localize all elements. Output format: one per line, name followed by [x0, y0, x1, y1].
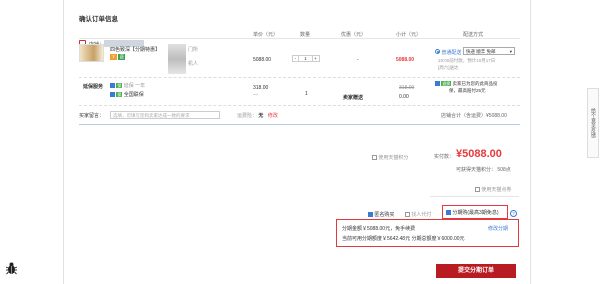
- service-checkbox-1[interactable]: [110, 83, 115, 89]
- service-option-national[interactable]: 保 全国联保: [110, 91, 144, 98]
- quantity-increase-button[interactable]: +: [312, 56, 318, 62]
- tmall-coupon-checkbox[interactable]: [475, 187, 480, 193]
- tmall-points-checkbox[interactable]: [372, 155, 377, 161]
- left-frame-border: [63, 0, 64, 284]
- product-tags: 7 正: [110, 54, 126, 60]
- installment-option[interactable]: 分期购(最高3期免息): [442, 205, 508, 219]
- product-spec-sub: 机人: [188, 61, 199, 67]
- anonymous-label: 匿名购买: [374, 212, 395, 218]
- section-divider: [79, 124, 520, 125]
- shipping-select[interactable]: 快递 顺丰 免邮 ▾: [463, 47, 515, 55]
- tmall-points-option[interactable]: 使用天猫积分: [372, 154, 408, 161]
- actual-pay-label: 实付款：: [434, 154, 455, 160]
- header-divider: [79, 38, 520, 39]
- product-name[interactable]: 四色致深【分期特惠】: [110, 46, 160, 53]
- column-header-shipping: 配送方式: [463, 32, 484, 38]
- message-label: 买家留言：: [79, 113, 105, 119]
- help-icon[interactable]: ?: [510, 210, 517, 217]
- service-strike-price: 318.00: [399, 85, 415, 91]
- installment-tag-icon: 7: [110, 54, 117, 60]
- points-earned-value: 508点: [497, 167, 511, 173]
- installment-amount: 分期金额￥5088.00元，免手续费: [342, 226, 416, 232]
- product-spec-redacted: [168, 44, 186, 74]
- modify-installment-link[interactable]: 修改分期: [488, 225, 508, 232]
- shipping-option-label: 普通配送: [441, 50, 462, 56]
- insurance-note-line1: 卖家已为您的此商品投: [452, 81, 498, 86]
- freight-insurance-value: 无: [258, 113, 264, 119]
- service-option-extended[interactable]: 保 延保 一年: [110, 82, 145, 89]
- quantity-stepper[interactable]: -1 +: [292, 55, 320, 62]
- product-discount: -: [357, 57, 359, 63]
- service-tag-icon: 保: [116, 83, 123, 88]
- shop-total: 店铺合计（含运费）¥5088.00: [441, 113, 507, 119]
- service-option-1-label: 延保 一年: [123, 83, 146, 89]
- service-tag-icon: 保: [116, 92, 123, 97]
- right-frame-border: [530, 0, 531, 284]
- tmall-points-label: 使用天猫积分: [378, 155, 409, 161]
- delivery-estimate: 19:00前付款，预计10月17日: [438, 58, 496, 63]
- service-qty: 1: [305, 91, 308, 97]
- insurance-note: 退换 卖家已为您的此商品投: [435, 81, 498, 87]
- row-divider: [79, 105, 520, 106]
- insurance-note-line2: 保，最高赔付25元: [449, 88, 486, 93]
- column-header-discount: 优惠（元）: [341, 32, 367, 38]
- column-header-subtotal: 小计（元）: [396, 32, 422, 38]
- installment-checkbox[interactable]: [446, 210, 451, 216]
- actual-pay-amount: ¥5088.00: [456, 148, 502, 160]
- service-label: 延保服务: [83, 84, 104, 90]
- row-divider: [79, 77, 520, 78]
- shipping-radio[interactable]: [435, 49, 440, 54]
- others-pay-label: 找人代付: [411, 212, 432, 218]
- service-checkbox-2[interactable]: [110, 92, 115, 98]
- shipping-option[interactable]: 普通配送: [435, 49, 461, 56]
- product-thumbnail[interactable]: [79, 44, 104, 62]
- product-unit-price: 5088.00: [253, 57, 272, 63]
- anonymous-option[interactable]: 匿名购买: [368, 211, 394, 218]
- anonymous-checkbox[interactable]: [368, 212, 373, 218]
- service-seller-gift: 卖家赠送: [343, 95, 364, 101]
- installment-label: 分期购(最高3期免息): [452, 210, 499, 216]
- service-option-2-label: 全国联保: [123, 92, 144, 98]
- points-earned: 可获得天猫积分： 508点: [456, 166, 511, 173]
- freight-insurance-modify-link[interactable]: 修改: [268, 113, 278, 119]
- service-price: 318.00: [253, 85, 269, 91]
- freight-insurance: 运费险： 无 修改: [237, 112, 278, 119]
- submit-installment-order-button[interactable]: 提交分期订单: [436, 264, 516, 278]
- others-pay-checkbox[interactable]: [405, 212, 410, 218]
- points-earned-label: 可获得天猫积分：: [456, 167, 497, 173]
- product-subtotal: 5088.00: [396, 57, 415, 63]
- installment-credit: 当前可用分期额度￥5642.48元 分期总额度￥6000.00元: [342, 236, 465, 242]
- tmall-coupon-label: 使用天猫点券: [481, 187, 512, 193]
- others-pay-option[interactable]: 找人代付: [405, 211, 431, 218]
- bug-icon[interactable]: [6, 262, 17, 275]
- quantity-value[interactable]: 1: [299, 56, 312, 62]
- delivery-estimate-day: [周六]送达: [438, 65, 459, 70]
- tmall-coupon-option[interactable]: 使用天猫点券: [475, 186, 511, 193]
- service-subtotal: 0.00: [399, 94, 409, 100]
- insurance-checkbox[interactable]: [435, 81, 440, 87]
- page-title: 确认订单信息: [79, 16, 118, 23]
- totals-divider: [430, 196, 519, 197]
- product-spec-suffix: 门所: [188, 47, 199, 53]
- insurance-tag: 退换: [441, 81, 452, 86]
- feedback-side-tab[interactable]: 给个意见反馈: [587, 88, 599, 158]
- installment-details-box: [336, 219, 519, 247]
- column-header-quantity: 数量: [300, 32, 311, 38]
- service-price-note: —: [253, 92, 258, 98]
- column-header-unit-price: 单价（元）: [253, 32, 279, 38]
- freight-insurance-label: 运费险：: [237, 113, 258, 119]
- chevron-down-icon: ▾: [509, 49, 512, 54]
- buyer-message-input[interactable]: 选填，可填写您和卖家达成一致的要求: [110, 111, 220, 119]
- guarantee-tag-icon: 正: [118, 54, 126, 60]
